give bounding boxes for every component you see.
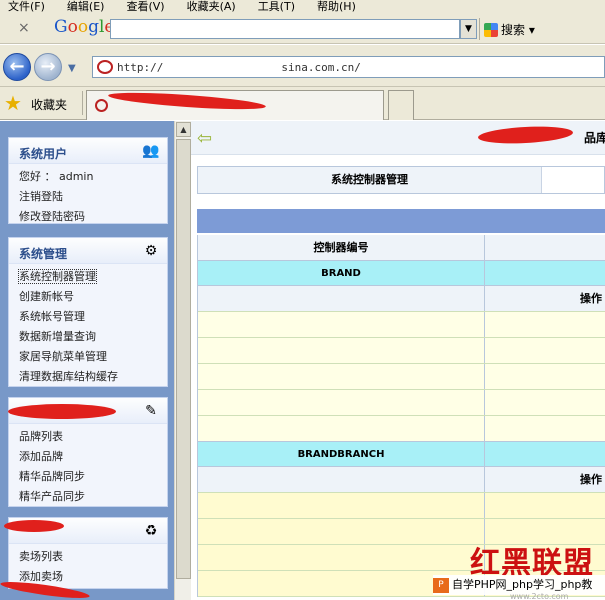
edit-icon: ✎ — [145, 403, 157, 419]
header-title-partial: 品库 — [584, 131, 605, 145]
site-favicon-icon — [97, 60, 113, 74]
menu-tools[interactable]: 工具(T) — [258, 0, 295, 14]
back-button[interactable]: ← — [3, 53, 31, 81]
nav-featured-brand-sync[interactable]: 精华品牌同步 — [19, 467, 167, 487]
menu-bar: 文件(F) 编辑(E) 查看(V) 收藏夹(A) 工具(T) 帮助(H) — [0, 0, 605, 14]
google-search-label: 搜索 ▾ — [501, 23, 535, 37]
forward-arrow-icon: → — [40, 56, 56, 77]
address-bar: ← → ▼ http://sina.com.cn/ — [0, 45, 605, 116]
table-row — [198, 312, 605, 338]
nav-create-account[interactable]: 创建新帐号 — [19, 287, 167, 307]
menu-help[interactable]: 帮助(H) — [317, 0, 356, 14]
col-header-controller-code: 控制器编号 — [198, 235, 485, 260]
sidebar-scrollbar[interactable]: ▲ — [174, 121, 191, 600]
operation-label: 操作 — [580, 473, 602, 486]
panel-title: 系统管理 — [19, 247, 68, 261]
google-search-button[interactable]: 搜索 ▾ — [484, 21, 535, 38]
main-content: ⇦ 品库 系统控制器管理 控制器编号 BRAND 操作 BRANDBRANCH — [191, 121, 605, 600]
nav-account-management[interactable]: 系统帐号管理 — [19, 307, 167, 327]
table-row — [198, 338, 605, 364]
table-row — [198, 416, 605, 442]
url-field[interactable]: http://sina.com.cn/ — [92, 56, 605, 78]
page-title-box: 系统控制器管理 — [197, 166, 605, 194]
url-text: http://sina.com.cn/ — [117, 61, 361, 74]
nav-home-menu-management[interactable]: 家居导航菜单管理 — [19, 347, 167, 367]
toolbar-divider — [479, 18, 480, 40]
table-row: 操作 — [198, 467, 605, 493]
group-code: BRAND — [198, 261, 485, 285]
favorites-label[interactable]: 收藏夹 — [31, 96, 67, 113]
watermark-url: www.2cto.com — [510, 592, 569, 600]
forward-button[interactable]: → — [34, 53, 62, 81]
recent-pages-dropdown-icon[interactable]: ▼ — [68, 63, 76, 74]
panel-header: 系统用户 👥 — [9, 138, 167, 164]
logout-link[interactable]: 注销登陆 — [19, 187, 167, 207]
group-row: BRAND — [198, 261, 605, 286]
google-logo[interactable]: Google — [54, 17, 114, 37]
tab-favicon-icon — [95, 99, 108, 112]
favorites-bar: ★ 收藏夹 — [0, 87, 605, 120]
page-title: 系统控制器管理 — [198, 167, 542, 193]
close-toolbar-icon[interactable]: × — [18, 20, 30, 36]
menu-file[interactable]: 文件(F) — [8, 0, 45, 14]
redaction-mark — [8, 404, 116, 419]
favorites-divider — [82, 91, 83, 115]
menu-favorites[interactable]: 收藏夹(A) — [187, 0, 236, 14]
nav-clear-db-cache[interactable]: 清理数据库结构缓存 — [19, 367, 167, 387]
nav-data-increment-query[interactable]: 数据新增量查询 — [19, 327, 167, 347]
back-arrow-icon: ← — [9, 56, 25, 77]
google-g-icon — [484, 22, 498, 37]
new-tab-button[interactable] — [388, 90, 414, 120]
nav-brand-list[interactable]: 品牌列表 — [19, 427, 167, 447]
settings-icon: ⚙ — [144, 243, 158, 259]
table-header-row: 控制器编号 — [198, 235, 605, 261]
panel-system-user: 系统用户 👥 您好 ： admin 注销登陆 修改登陆密码 — [8, 137, 168, 224]
google-toolbar: × Google ▼ 搜索 ▾ — [0, 14, 605, 44]
col-header-2 — [486, 235, 605, 260]
favorites-star-icon[interactable]: ★ — [4, 91, 22, 115]
redaction-mark — [4, 520, 64, 532]
google-search-input[interactable] — [110, 19, 460, 39]
menu-edit[interactable]: 编辑(E) — [67, 0, 105, 14]
back-arrow-icon[interactable]: ⇦ — [197, 128, 212, 149]
panel-title: 系统用户 — [19, 147, 68, 161]
change-password-link[interactable]: 修改登陆密码 — [19, 207, 167, 227]
users-icon: 👥 — [142, 143, 160, 159]
scroll-up-icon[interactable]: ▲ — [176, 122, 191, 137]
operation-label: 操作 — [580, 292, 602, 305]
watermark-banner-text: 自学PHP网_php学习_php教 — [452, 578, 593, 591]
php-logo-icon: P — [433, 577, 449, 593]
nav-controller-management[interactable]: 系统控制器管理 — [18, 267, 167, 287]
table-row — [198, 390, 605, 416]
nav-add-brand[interactable]: 添加品牌 — [19, 447, 167, 467]
search-dropdown-arrow-icon[interactable]: ▼ — [460, 19, 477, 39]
menu-view[interactable]: 查看(V) — [126, 0, 164, 14]
refresh-icon: ♻ — [144, 523, 158, 539]
table-row — [198, 364, 605, 390]
table-row — [198, 493, 605, 519]
group-row: BRANDBRANCH — [198, 442, 605, 467]
table-row: 操作 — [198, 286, 605, 312]
group-code: BRANDBRANCH — [198, 442, 485, 466]
nav-store-list[interactable]: 卖场列表 — [19, 547, 167, 567]
panel-header: 系统管理 ⚙ — [9, 238, 167, 264]
nav-featured-product-sync[interactable]: 精华产品同步 — [19, 487, 167, 507]
greeting-text: 您好 ： admin — [19, 170, 94, 183]
scroll-thumb[interactable] — [176, 139, 191, 579]
section-bar — [197, 209, 605, 233]
panel-system-management: 系统管理 ⚙ 系统控制器管理 创建新帐号 系统帐号管理 数据新增量查询 家居导航… — [8, 237, 168, 387]
